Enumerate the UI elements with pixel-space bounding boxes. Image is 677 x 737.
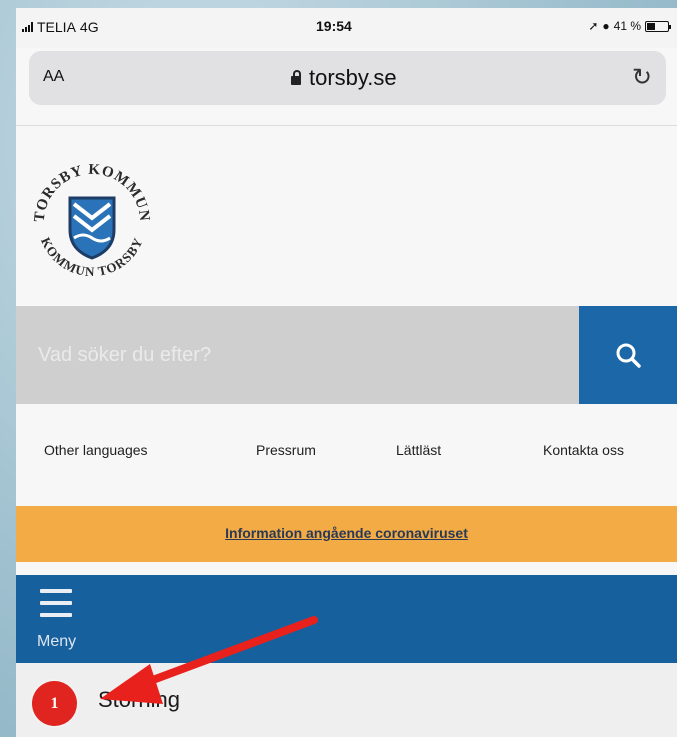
url-display[interactable]: torsby.se bbox=[291, 65, 397, 91]
menu-label[interactable]: Meny bbox=[37, 633, 76, 651]
storning-row[interactable]: 1 Störning bbox=[16, 663, 677, 737]
network-type: 4G bbox=[79, 19, 99, 35]
main-nav-bar: Meny bbox=[16, 575, 677, 663]
location-icon: ➚ bbox=[588, 19, 599, 33]
signal-icon bbox=[22, 22, 33, 32]
search-icon bbox=[616, 343, 641, 368]
phone-screen: TELIA 4G 19:54 ➚ ● 41 % AA torsby.se ↻ T… bbox=[16, 8, 677, 737]
browser-address-bar[interactable]: AA torsby.se ↻ bbox=[29, 51, 666, 105]
link-pressrum[interactable]: Pressrum bbox=[256, 442, 316, 458]
battery-percent: 41 % bbox=[613, 19, 641, 33]
step-badge: 1 bbox=[32, 681, 77, 726]
text-size-button[interactable]: AA bbox=[43, 68, 64, 86]
link-other-languages[interactable]: Other languages bbox=[44, 442, 148, 458]
header-divider bbox=[16, 125, 677, 126]
hamburger-icon[interactable] bbox=[40, 589, 72, 623]
status-time: 19:54 bbox=[316, 18, 352, 34]
corona-info-banner: Information angående coronaviruset bbox=[16, 506, 677, 562]
reload-icon[interactable]: ↻ bbox=[632, 63, 652, 92]
alarm-icon: ● bbox=[602, 19, 610, 33]
status-bar: TELIA 4G 19:54 ➚ ● 41 % bbox=[16, 8, 677, 48]
link-kontakta-oss[interactable]: Kontakta oss bbox=[543, 442, 624, 458]
status-right: ➚ ● 41 % bbox=[588, 19, 671, 33]
status-left: TELIA 4G bbox=[22, 19, 99, 35]
search-input[interactable] bbox=[16, 306, 579, 404]
quick-links: Other languages Pressrum Lättläst Kontak… bbox=[16, 436, 677, 466]
storning-link[interactable]: Störning bbox=[98, 687, 180, 713]
battery-icon bbox=[645, 20, 671, 32]
lock-icon bbox=[291, 69, 301, 85]
corona-info-link[interactable]: Information angående coronaviruset bbox=[225, 525, 468, 541]
torsby-kommun-logo[interactable]: TORSBY KOMMUN KOMMUN TORSBY bbox=[22, 152, 162, 292]
carrier-name: TELIA bbox=[37, 19, 76, 35]
search-button[interactable] bbox=[579, 306, 677, 404]
link-lattlast[interactable]: Lättläst bbox=[396, 442, 441, 458]
url-text: torsby.se bbox=[309, 65, 397, 90]
